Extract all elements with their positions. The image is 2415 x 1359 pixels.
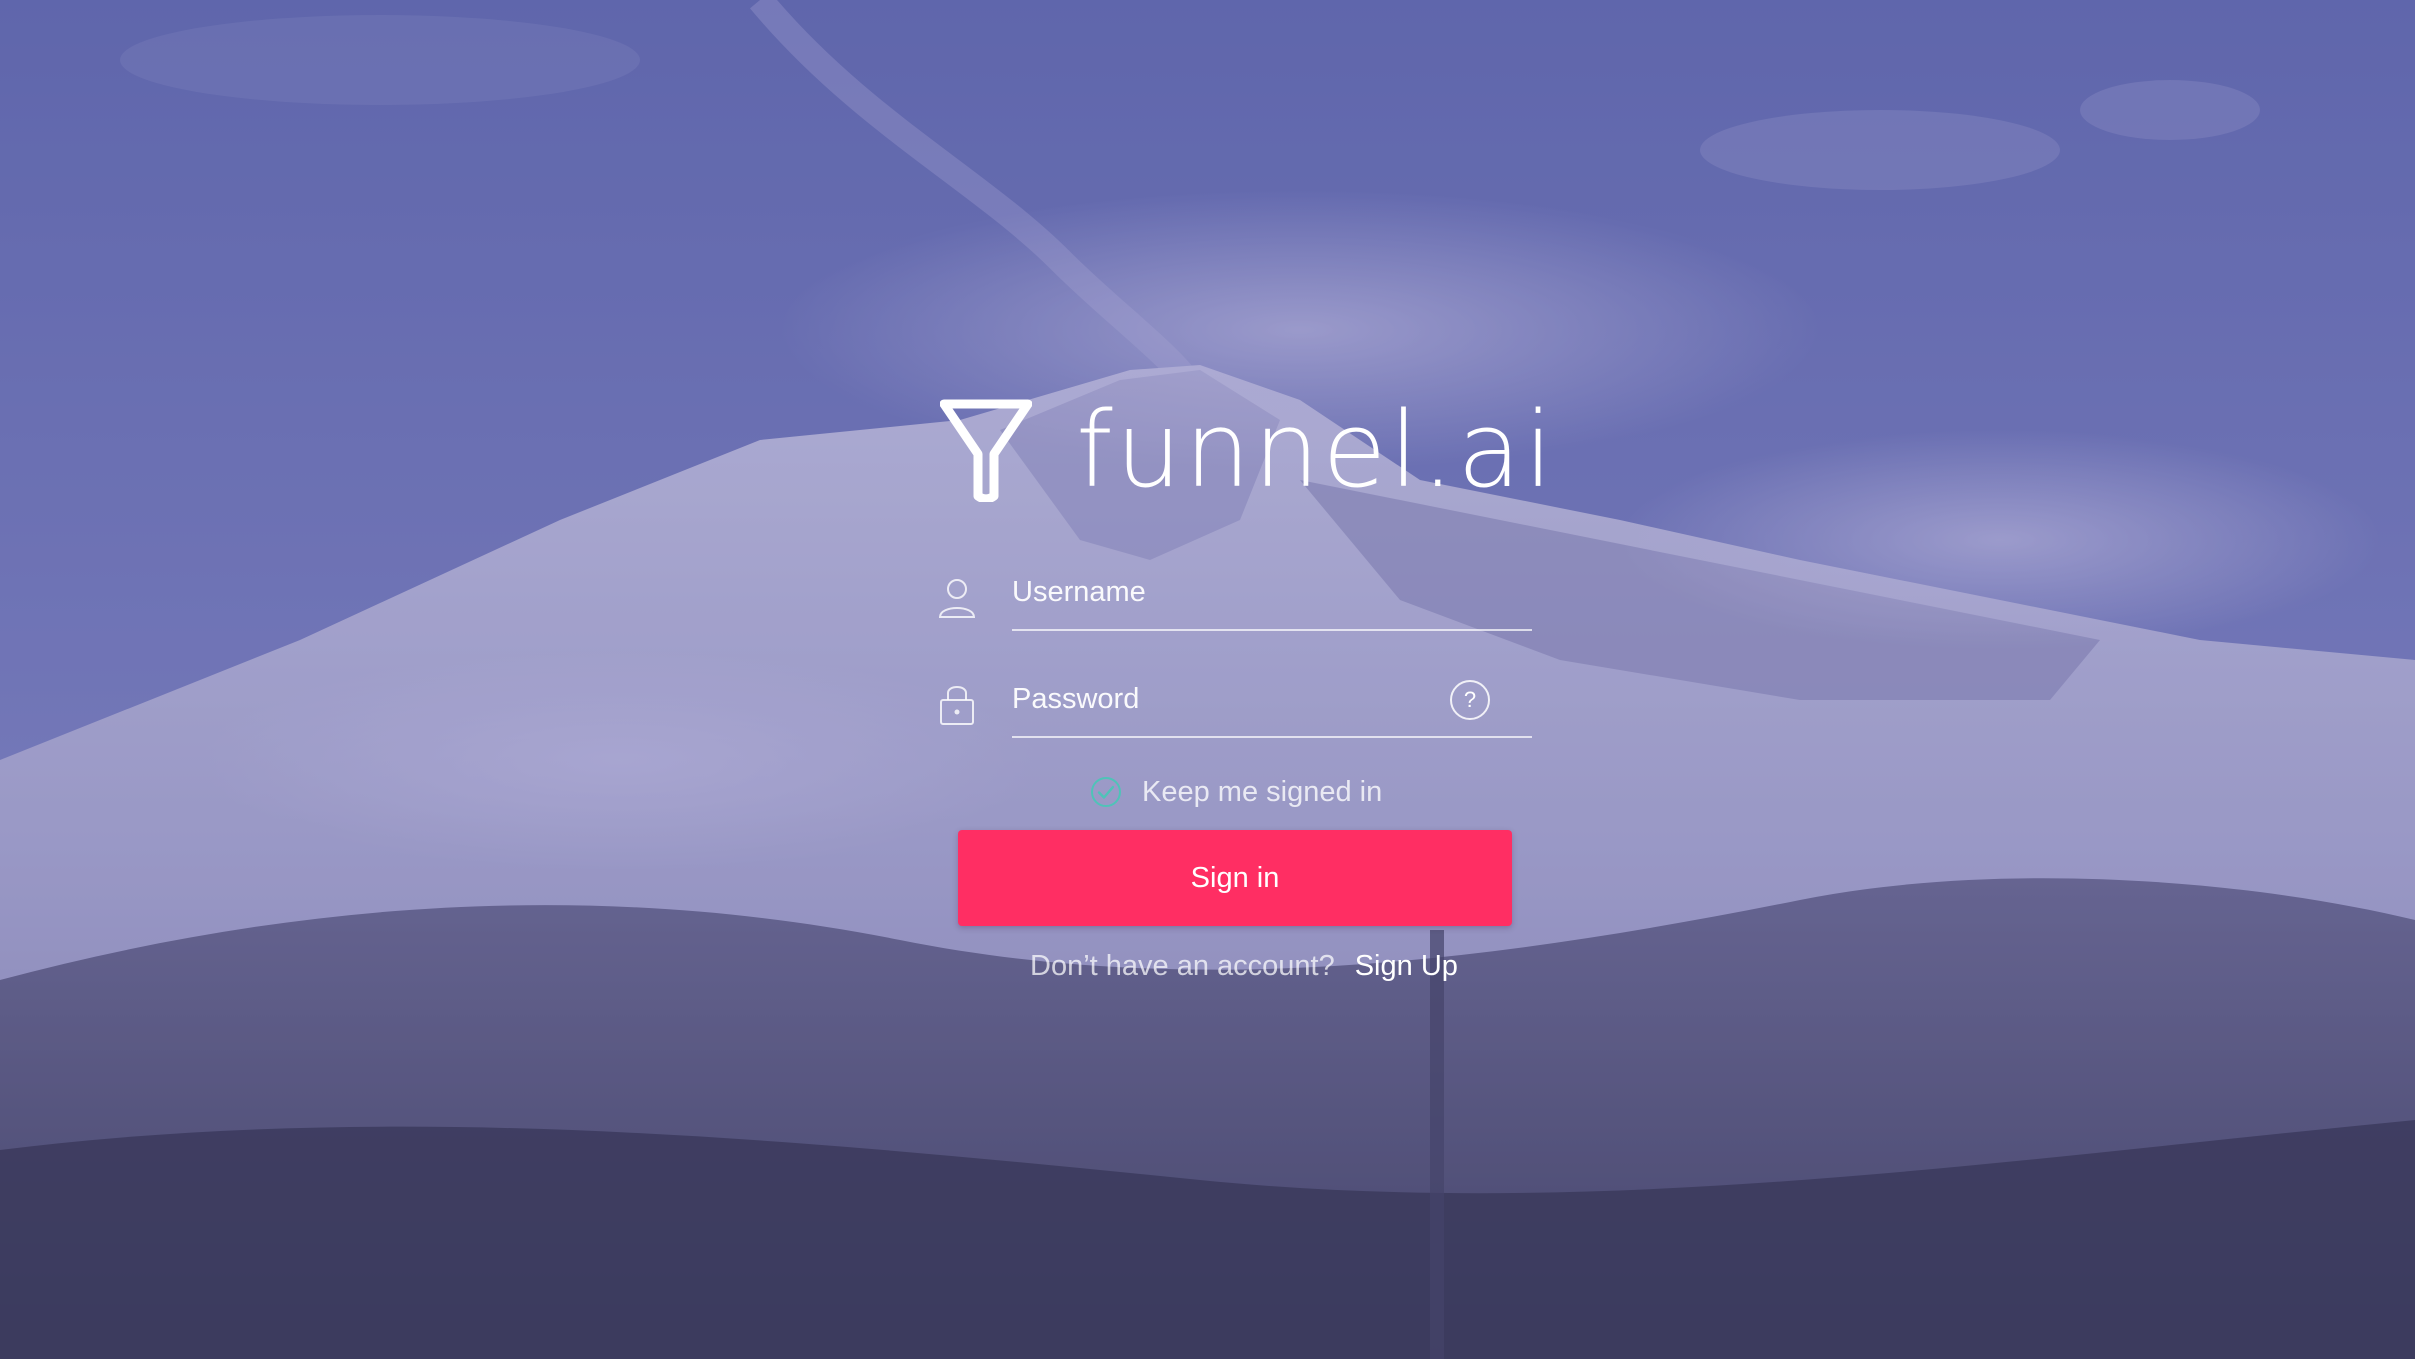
username-field-group	[938, 555, 1533, 635]
signup-prompt-row: Don’t have an account? Sign Up	[1030, 946, 1458, 986]
brand-name: funnel.ai	[1076, 389, 1556, 511]
username-input[interactable]	[1012, 555, 1532, 631]
lock-icon	[940, 686, 974, 725]
signup-prompt-text: Don’t have an account?	[1030, 949, 1335, 982]
login-screen: funnel.ai ? Keep me signed in	[0, 0, 2415, 1359]
brand-logo: funnel.ai	[940, 395, 1556, 505]
user-icon	[938, 579, 976, 618]
sign-up-link[interactable]: Sign Up	[1355, 950, 1458, 983]
login-form: funnel.ai ? Keep me signed in	[0, 0, 2415, 1359]
keep-signed-in-checkbox[interactable]: Keep me signed in	[1090, 772, 1382, 812]
password-help-icon[interactable]: ?	[1450, 680, 1490, 720]
check-circle-icon	[1091, 777, 1121, 807]
sign-in-button[interactable]: Sign in	[958, 830, 1512, 926]
keep-signed-in-label: Keep me signed in	[1142, 775, 1383, 808]
password-field-group	[938, 662, 1533, 742]
funnel-icon	[940, 399, 1032, 502]
